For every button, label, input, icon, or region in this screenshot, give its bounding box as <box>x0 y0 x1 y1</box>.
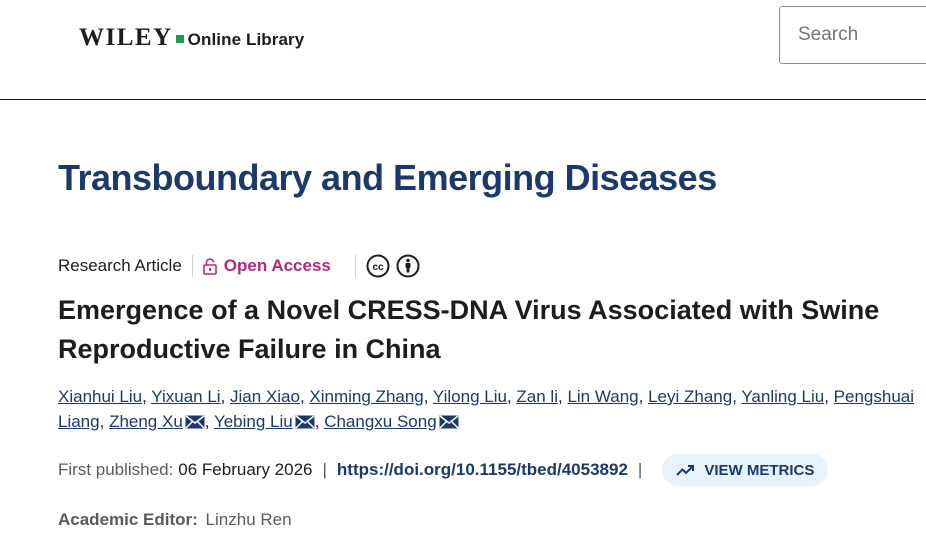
author-separator: , <box>142 387 152 406</box>
divider: | <box>322 460 327 479</box>
author-separator: , <box>299 387 310 406</box>
article-type: Research Article <box>58 256 182 275</box>
view-metrics-label: VIEW METRICS <box>704 461 815 479</box>
author-link[interactable]: Yanling Liu <box>741 387 824 406</box>
license-icons[interactable]: cc <box>366 254 420 278</box>
author-separator: , <box>204 412 214 431</box>
author-link[interactable]: Changxu Song <box>324 412 436 431</box>
author-separator: , <box>638 387 649 406</box>
doi-link[interactable]: https://doi.org/10.1155/tbed/4053892 <box>337 460 628 480</box>
author-link[interactable]: Jian Xiao <box>230 387 300 406</box>
author-link[interactable]: Lin Wang <box>567 387 638 406</box>
article-meta-row: Research Article Open Access cc <box>58 253 420 279</box>
publication-info-row: First published: 06 February 2026 | http… <box>58 454 829 486</box>
author-separator: , <box>220 387 231 406</box>
email-icon[interactable] <box>295 415 315 429</box>
academic-editor-label: Academic Editor: <box>58 510 198 529</box>
logo-wordmark: WILEY <box>79 24 173 51</box>
divider: | <box>637 460 643 479</box>
author-link[interactable]: Zheng Xu <box>109 412 183 431</box>
author-separator: , <box>506 387 517 406</box>
journal-title[interactable]: Transboundary and Emerging Diseases <box>58 157 717 199</box>
author-link[interactable]: Yixuan Li <box>151 387 220 406</box>
author-separator: , <box>824 387 834 406</box>
trending-up-icon <box>676 465 695 476</box>
email-icon[interactable] <box>439 415 459 429</box>
academic-editor-name: Linzhu Ren <box>205 510 292 529</box>
author-separator: , <box>314 412 325 431</box>
search-input[interactable] <box>779 6 926 64</box>
email-icon[interactable] <box>185 415 205 429</box>
article-title: Emergence of a Novel CRESS-DNA Virus Ass… <box>58 295 880 364</box>
author-link[interactable]: Yebing Liu <box>214 412 293 431</box>
author-separator: , <box>99 412 110 431</box>
wiley-logo[interactable]: WILEY Online Library <box>79 24 304 52</box>
author-list: Xianhui Liu, Yixuan Li, Jian Xiao, Xinmi… <box>58 384 918 434</box>
author-link[interactable]: Xianhui Liu <box>58 387 142 406</box>
author-separator: , <box>423 387 433 406</box>
author-link[interactable]: Xinming Zhang <box>309 387 423 406</box>
author-link[interactable]: Zan li <box>516 387 558 406</box>
first-published-date: 06 February 2026 <box>178 460 313 479</box>
author-link[interactable]: Leyi Zhang <box>648 387 732 406</box>
divider <box>354 255 356 277</box>
cc-icon[interactable]: cc <box>366 254 390 278</box>
open-access-badge: Open Access <box>202 256 331 276</box>
open-lock-icon <box>202 257 217 275</box>
divider <box>191 255 193 277</box>
academic-editor: Academic Editor: Linzhu Ren <box>58 510 292 530</box>
svg-text:cc: cc <box>372 262 384 273</box>
author-link[interactable]: Yilong Liu <box>433 387 507 406</box>
logo-square-icon <box>175 35 184 43</box>
site-header: WILEY Online Library <box>0 0 926 100</box>
attribution-icon[interactable] <box>396 254 420 278</box>
logo-subtitle: Online Library <box>187 30 305 49</box>
author-separator: , <box>732 387 742 406</box>
open-access-label: Open Access <box>223 256 331 275</box>
view-metrics-button[interactable]: VIEW METRICS <box>662 454 829 486</box>
first-published-label: First published: <box>58 460 174 479</box>
